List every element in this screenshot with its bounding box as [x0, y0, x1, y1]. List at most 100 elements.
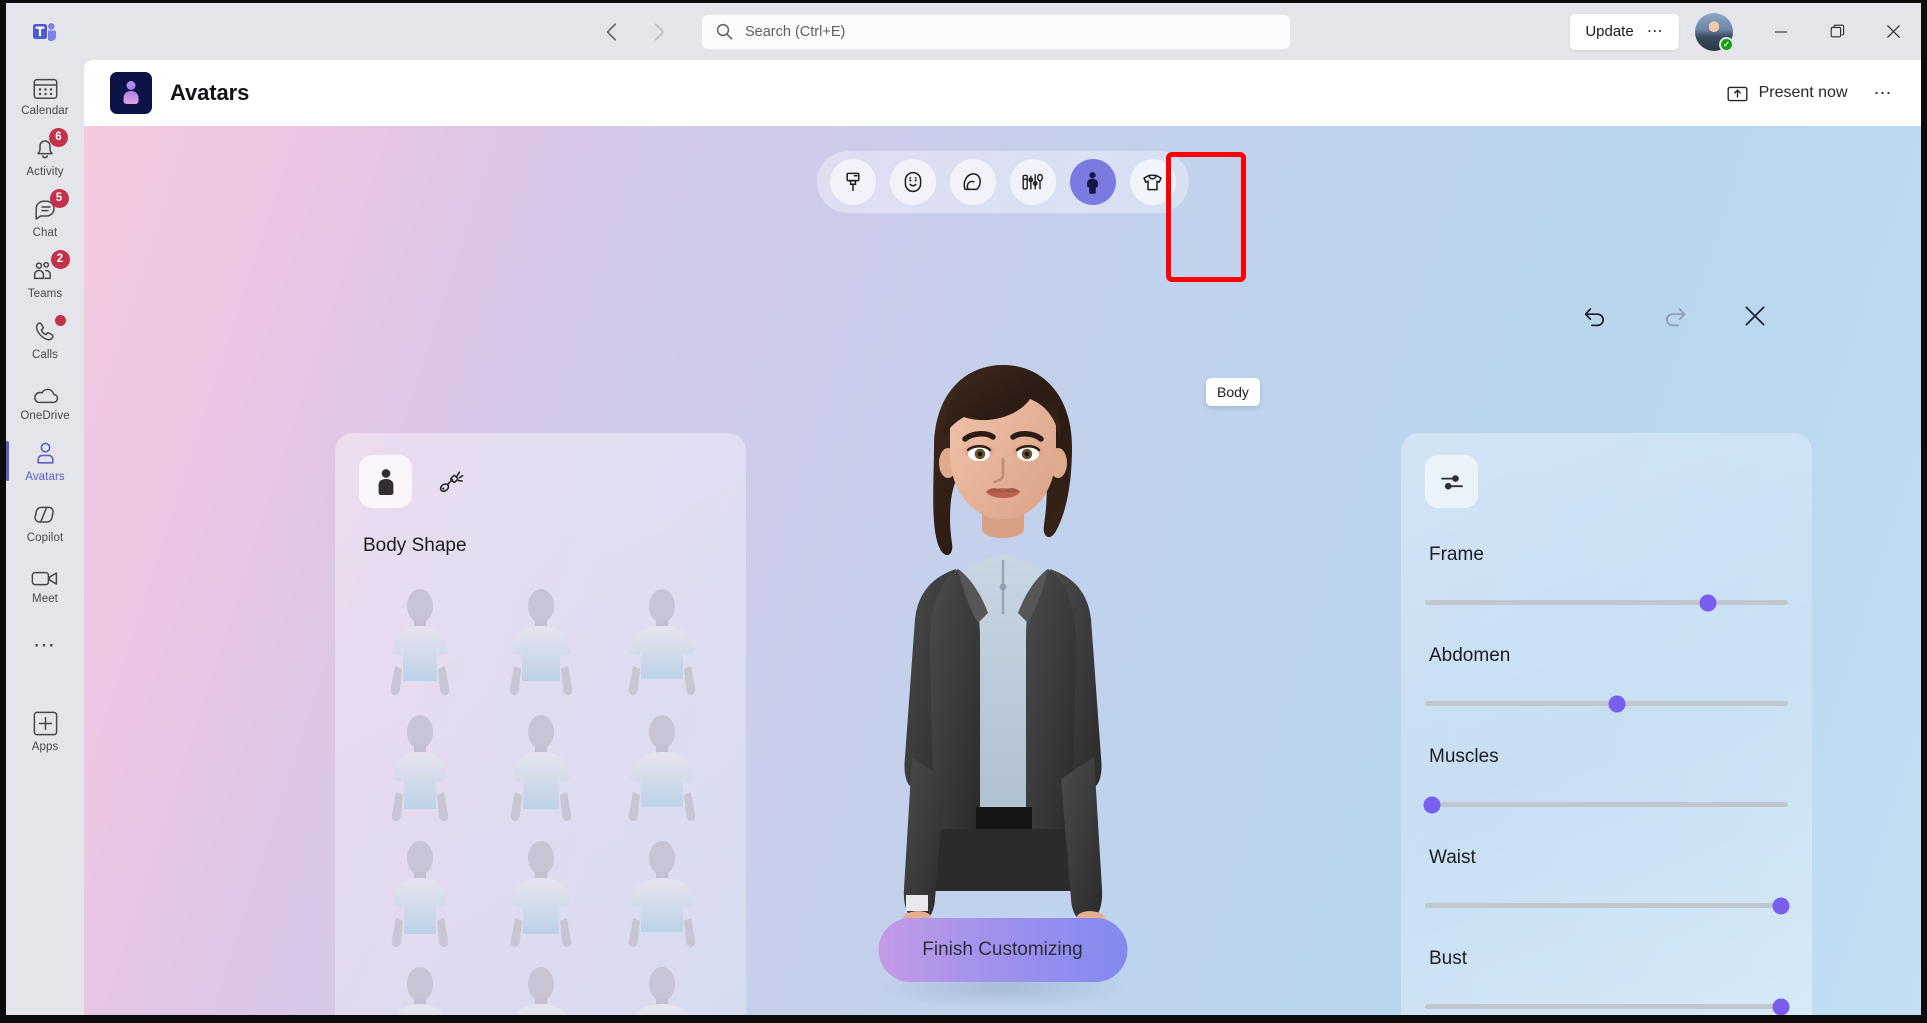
- subtab-body-shape[interactable]: [359, 455, 412, 508]
- body-shape-thumbnail: [510, 841, 571, 947]
- chevron-right-icon: [654, 22, 664, 41]
- close-editor-button[interactable]: [1740, 301, 1770, 331]
- body-shape-option[interactable]: [601, 705, 722, 829]
- bell-icon: 6: [33, 127, 68, 161]
- update-button[interactable]: Update ⋯: [1570, 13, 1679, 50]
- body-shape-option[interactable]: [601, 957, 722, 1015]
- sidebar-label: Chat: [32, 226, 58, 239]
- undo-icon: [1584, 308, 1604, 327]
- maximize-button[interactable]: [1809, 3, 1865, 60]
- body-shape-option[interactable]: [480, 705, 601, 829]
- slider-thumb[interactable]: [1608, 695, 1626, 712]
- category-makeup[interactable]: [1009, 159, 1056, 205]
- category-quick-create[interactable]: [829, 159, 876, 205]
- avatar-preview[interactable]: [838, 355, 1168, 1015]
- slider-track[interactable]: [1425, 594, 1788, 611]
- slider-thumb[interactable]: [1423, 796, 1441, 813]
- subtab-prosthetics[interactable]: [425, 455, 478, 508]
- finish-customizing-button[interactable]: Finish Customizing: [878, 918, 1127, 982]
- app-header-more-button[interactable]: ⋯: [1868, 84, 1900, 102]
- close-button[interactable]: [1865, 3, 1921, 60]
- slider-track[interactable]: [1423, 796, 1788, 813]
- body-shape-option[interactable]: [601, 831, 722, 955]
- share-screen-icon: [1727, 86, 1748, 101]
- user-avatar[interactable]: ✓: [1695, 12, 1734, 52]
- hair-icon: [963, 173, 981, 191]
- slider-label: Waist: [1429, 847, 1476, 868]
- slider-track[interactable]: [1425, 695, 1788, 712]
- title-bar: Search (Ctrl+E) Update ⋯ ✓: [6, 3, 1921, 60]
- sidebar-item-meet[interactable]: Meet: [9, 554, 81, 612]
- slider-thumb[interactable]: [1699, 594, 1717, 611]
- body-icon: [1087, 171, 1098, 194]
- sidebar-item-avatars[interactable]: Avatars: [6, 432, 81, 490]
- ellipsis-icon[interactable]: ⋯: [1647, 24, 1664, 39]
- body-shape-thumbnail: [391, 715, 448, 821]
- slider-track[interactable]: [1425, 897, 1790, 914]
- slider-thumb[interactable]: [1772, 897, 1790, 914]
- apps-plus-icon: [33, 710, 58, 736]
- avatars-app-icon: [110, 72, 152, 114]
- sliders-settings-button[interactable]: [1425, 455, 1478, 508]
- app-header: Avatars Present now ⋯: [84, 60, 1921, 126]
- sidebar-item-chat[interactable]: 5 Chat: [9, 188, 81, 246]
- slider-track[interactable]: [1425, 998, 1790, 1015]
- undo-button[interactable]: [1580, 301, 1610, 331]
- sidebar-item-teams[interactable]: 2 Teams: [9, 249, 81, 307]
- copilot-icon: [32, 501, 58, 527]
- body-shape-option[interactable]: [480, 831, 601, 955]
- page-title: Avatars: [170, 80, 250, 105]
- sidebar-label: Calls: [31, 348, 59, 361]
- body-shape-panel: Body Shape: [335, 433, 746, 1015]
- forward-button[interactable]: [642, 15, 676, 49]
- search-bar[interactable]: Search (Ctrl+E): [702, 14, 1290, 49]
- cloud-icon: [32, 379, 59, 405]
- titlebar-right: Update ⋯ ✓: [1570, 3, 1921, 60]
- finish-customizing-label: Finish Customizing: [922, 939, 1083, 960]
- category-hair[interactable]: [949, 159, 996, 205]
- slider-thumb[interactable]: [1772, 998, 1790, 1015]
- category-face[interactable]: [889, 159, 936, 205]
- body-shape-option[interactable]: [480, 579, 601, 703]
- sidebar-item-calendar[interactable]: Calendar: [9, 66, 81, 124]
- chevron-left-icon: [606, 22, 616, 41]
- body-shape-option[interactable]: [480, 957, 601, 1015]
- redo-button[interactable]: [1660, 301, 1690, 331]
- teams-icon: 2: [32, 249, 70, 283]
- badge-dot: [55, 314, 66, 326]
- search-input[interactable]: Search (Ctrl+E): [745, 24, 845, 40]
- category-body[interactable]: [1069, 159, 1116, 205]
- body-shape-thumbnail: [510, 715, 571, 821]
- phone-icon: [33, 314, 66, 344]
- present-now-button[interactable]: Present now: [1727, 84, 1848, 103]
- body-shape-option[interactable]: [359, 579, 480, 703]
- slider-label: Bust: [1429, 948, 1468, 969]
- minimize-button[interactable]: [1753, 3, 1809, 60]
- slider-list: Frame Abdomen Muscles Waist Bust: [1423, 544, 1790, 1015]
- sidebar-more-button[interactable]: ⋯: [9, 615, 81, 673]
- app-header-actions: Present now ⋯: [1727, 84, 1899, 103]
- body-shape-thumbnail: [391, 841, 448, 947]
- teams-logo: [6, 19, 84, 45]
- body-shape-option[interactable]: [601, 579, 722, 703]
- chat-icon: 5: [33, 188, 69, 222]
- status-badge: ✓: [1719, 36, 1734, 52]
- sidebar-item-copilot[interactable]: Copilot: [9, 493, 81, 551]
- content-area: Avatars Present now ⋯ Body Body Shape Fr…: [84, 60, 1921, 1015]
- body-shape-option[interactable]: [359, 831, 480, 955]
- makeup-icon: [1022, 173, 1044, 190]
- window-controls: [1753, 3, 1921, 60]
- tshirt-icon: [1143, 174, 1162, 190]
- calendar-icon: [33, 74, 58, 100]
- sidebar-item-apps[interactable]: Apps: [9, 702, 81, 760]
- maximize-icon: [1830, 24, 1844, 38]
- category-clothing[interactable]: [1129, 159, 1176, 205]
- sidebar-label: OneDrive: [20, 409, 70, 422]
- sidebar-item-calls[interactable]: Calls: [9, 310, 81, 368]
- app-icon-head: [126, 81, 136, 90]
- body-shape-option[interactable]: [359, 957, 480, 1015]
- body-shape-option[interactable]: [359, 705, 480, 829]
- back-button[interactable]: [594, 15, 628, 49]
- sidebar-item-activity[interactable]: 6 Activity: [9, 127, 81, 185]
- sidebar-item-onedrive[interactable]: OneDrive: [9, 371, 81, 429]
